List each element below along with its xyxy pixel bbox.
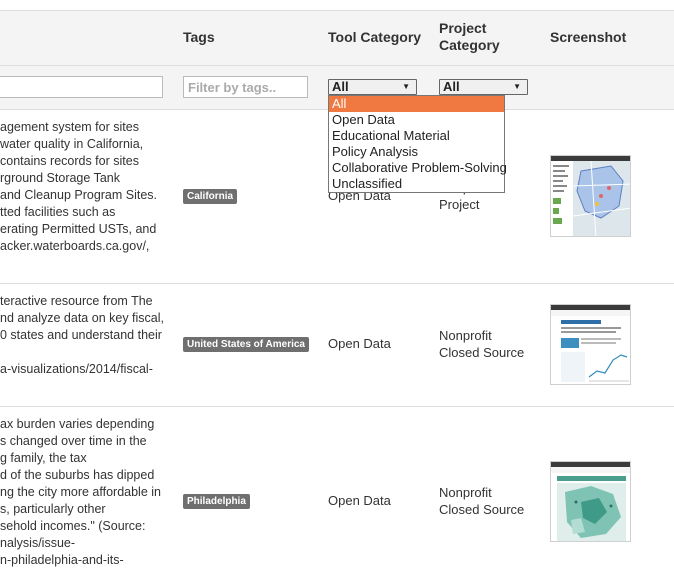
dashboard-thumbnail-image (551, 305, 630, 384)
dropdown-option-unclassified[interactable]: Unclassified (329, 176, 504, 192)
table-row: teractive resource from The nd analyze da… (0, 284, 674, 407)
chevron-down-icon: ▼ (402, 82, 410, 91)
top-bar (0, 0, 674, 10)
project-category-select[interactable]: All ▼ (439, 79, 528, 95)
dropdown-option-open-data[interactable]: Open Data (329, 112, 504, 128)
tags-filter-input[interactable] (183, 76, 308, 98)
project-category-header-line2: Category (439, 37, 500, 53)
table-header: Tags Tool Category Project Category Scre… (0, 10, 674, 66)
dropdown-option-educational-material[interactable]: Educational Material (329, 128, 504, 144)
tool-category-select[interactable]: All ▼ (328, 79, 417, 95)
map-thumbnail-image (551, 156, 630, 236)
dropdown-option-policy-analysis[interactable]: Policy Analysis (329, 144, 504, 160)
tool-category-dropdown[interactable]: All Open Data Educational Material Polic… (328, 95, 507, 193)
dropdown-option-collaborative-problem-solving[interactable]: Collaborative Problem-Solving (329, 160, 507, 176)
dropdown-option-all[interactable]: All (329, 96, 504, 112)
tags-header[interactable]: Tags (183, 29, 215, 46)
project-category-header-line1: Project (439, 20, 487, 36)
table-row: ax burden varies depending s changed over… (0, 407, 674, 567)
project-category-header[interactable]: Project Category (439, 20, 500, 54)
tool-category-cell: Open Data (328, 493, 391, 508)
project-category-cell: Nonprofit Closed Source (439, 485, 525, 517)
project-category-select-value: All (443, 79, 460, 94)
screenshot-thumbnail[interactable] (550, 461, 631, 542)
tool-category-cell: Open Data (328, 336, 391, 351)
chevron-down-icon: ▼ (513, 82, 521, 91)
screenshot-thumbnail[interactable] (550, 304, 631, 385)
tag-badge[interactable]: United States of America (183, 337, 309, 352)
screenshot-header: Screenshot (550, 29, 627, 45)
row-description: ax burden varies depending s changed over… (0, 417, 161, 567)
tag-badge[interactable]: Philadelphia (183, 494, 250, 509)
tool-category-select-value: All (332, 79, 349, 94)
row-description: agement system for sites water quality in… (0, 120, 158, 253)
project-category-cell: Nonprofit Closed Source (439, 328, 525, 360)
tag-badge[interactable]: California (183, 189, 238, 204)
row-description: teractive resource from The nd analyze da… (0, 294, 164, 376)
description-filter-input[interactable] (0, 76, 163, 98)
tool-category-header[interactable]: Tool Category (328, 29, 421, 46)
map-thumbnail-image (551, 462, 630, 541)
screenshot-thumbnail[interactable] (550, 155, 631, 237)
